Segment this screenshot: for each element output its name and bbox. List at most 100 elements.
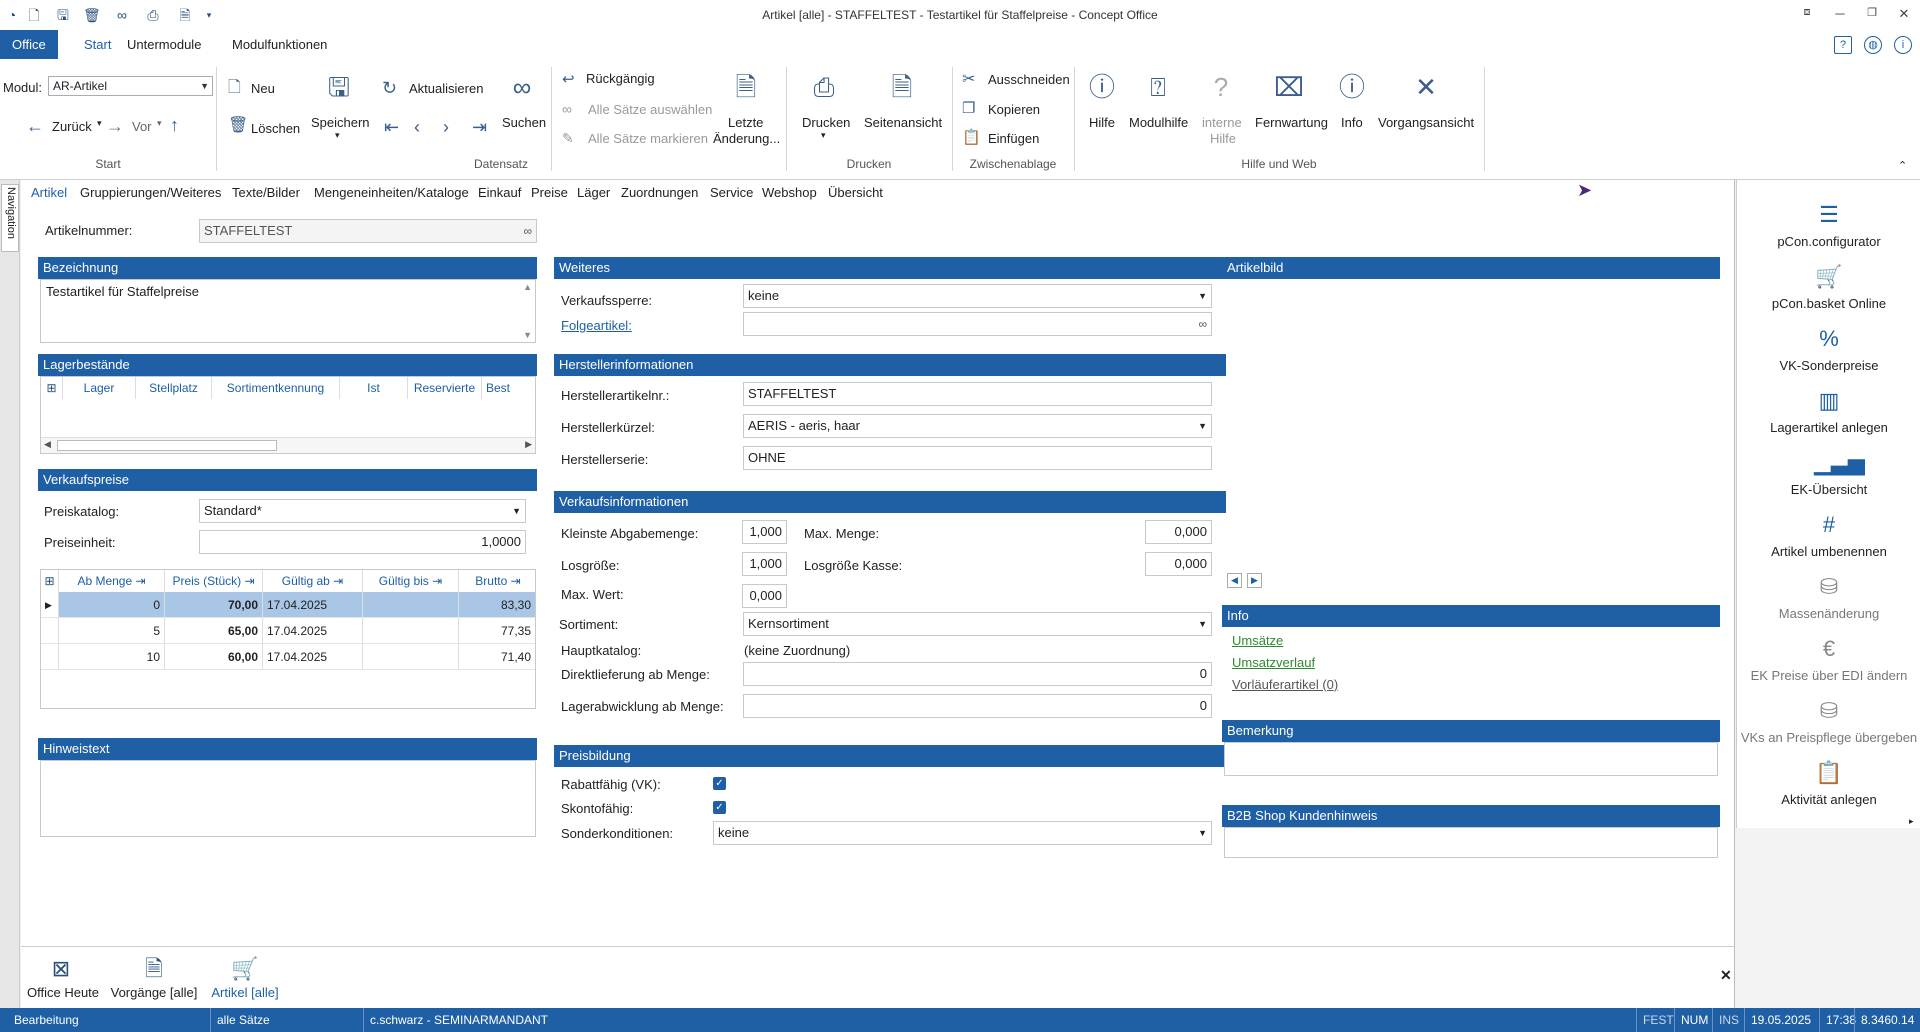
remote-maintenance-icon[interactable]: ⌧ <box>1273 71 1305 103</box>
aktualisieren-button[interactable]: Aktualisieren <box>409 81 483 96</box>
scroll-up-icon[interactable]: ▲ <box>523 282 532 292</box>
max-wert-field[interactable]: 0,000 <box>742 584 787 608</box>
skontofaehig-checkbox[interactable]: ✓ <box>713 801 726 814</box>
col-lager[interactable]: Lager <box>63 377 136 399</box>
lagerartikel-anlegen-action[interactable]: ▥ Lagerartikel anlegen <box>1737 386 1920 435</box>
table-row[interactable]: 5 65,00 17.04.2025 77,35 <box>41 618 535 644</box>
minimize-button[interactable]: ─ <box>1830 6 1850 21</box>
info-icon[interactable]: i <box>1894 36 1912 54</box>
drucken-dropdown-icon[interactable]: ▾ <box>821 130 826 141</box>
fernwartung-button[interactable]: Fernwartung <box>1255 115 1328 130</box>
vks-preispflege-action[interactable]: ⛁ VKs an Preispflege übergeben <box>1737 696 1920 745</box>
sortiment-select[interactable]: Kernsortiment ▼ <box>743 612 1212 636</box>
umsaetze-link[interactable]: Umsätze <box>1232 633 1283 648</box>
col-gueltig-ab[interactable]: Gültig ab ⇥ <box>263 570 363 592</box>
tab-gruppierungen[interactable]: Gruppierungen/Weiteres <box>80 185 221 200</box>
tab-zuordnungen[interactable]: Zuordnungen <box>621 185 698 200</box>
tray-artikel[interactable]: 🛒 Artikel [alle] <box>206 955 284 1000</box>
tab-service[interactable]: Service <box>710 185 753 200</box>
artikelnummer-field[interactable]: STAFFELTEST ∞ <box>199 219 537 243</box>
kleinste-abgabemenge-field[interactable]: 1,000 <box>742 520 787 544</box>
vor-button[interactable]: Vor <box>132 119 152 134</box>
table-row[interactable]: 10 60,00 17.04.2025 71,40 <box>41 644 535 670</box>
kopieren-button[interactable]: Kopieren <box>988 102 1040 117</box>
herstellerartikelnr-field[interactable]: STAFFELTEST <box>743 382 1212 406</box>
tab-uebersicht[interactable]: Übersicht <box>828 185 883 200</box>
new-icon[interactable]: 🗋 <box>228 79 241 97</box>
tab-artikel[interactable]: Artikel <box>31 185 67 200</box>
internal-help-icon[interactable]: ? <box>1205 71 1237 103</box>
pcon-configurator-action[interactable]: ☰ pCon.configurator <box>1737 200 1920 249</box>
back-arrow-icon[interactable]: ← <box>26 117 44 135</box>
preiseinheit-field[interactable]: 1,0000 <box>199 530 526 554</box>
paste-icon[interactable]: 📋 <box>962 129 981 147</box>
cut-icon[interactable]: ✂ <box>962 71 975 89</box>
tab-preise[interactable]: Preise <box>531 185 568 200</box>
forward-arrow-icon[interactable]: → <box>106 117 124 135</box>
select-all-icon[interactable]: ∞ <box>562 100 572 118</box>
binoculars-icon[interactable]: ∞ <box>506 71 538 103</box>
aktivitaet-anlegen-action[interactable]: 📋 Aktivität anlegen <box>1737 758 1920 807</box>
refresh-icon[interactable]: ↻ <box>382 79 397 97</box>
tray-office-heute[interactable]: ⊠ Office Heute <box>27 955 99 1000</box>
close-button[interactable]: ✕ <box>1894 6 1914 22</box>
save-icon[interactable]: 🖫 <box>323 71 355 103</box>
tab-modulfunktionen[interactable]: Modulfunktionen <box>220 30 339 59</box>
pcon-basket-action[interactable]: 🛒 pCon.basket Online <box>1737 262 1920 311</box>
last-change-icon[interactable]: 🗎 <box>730 71 762 103</box>
navigation-tab[interactable]: Navigation <box>1 184 19 252</box>
einfuegen-button[interactable]: Einfügen <box>988 131 1039 146</box>
maximize-button[interactable]: ❐ <box>1862 6 1882 19</box>
col-gueltig-bis[interactable]: Gültig bis ⇥ <box>363 570 459 592</box>
process-view-icon[interactable]: ✕ <box>1410 71 1442 103</box>
modulhilfe-button[interactable]: Modulhilfe <box>1129 115 1188 130</box>
info-button[interactable]: Info <box>1341 115 1363 130</box>
interne-hilfe-button-line1[interactable]: interne <box>1202 115 1242 130</box>
previous-record-icon[interactable]: ‹ <box>414 118 420 136</box>
seitenansicht-button[interactable]: Seitenansicht <box>864 115 942 130</box>
web-icon[interactable]: ◍ <box>1864 36 1882 54</box>
preiskatalog-select[interactable]: Standard* ▼ <box>199 499 526 523</box>
expand-panel-icon[interactable]: ▸ <box>1909 816 1914 827</box>
ek-preise-edi-action[interactable]: € EK Preise über EDI ändern <box>1737 634 1920 683</box>
b2b-textarea[interactable] <box>1224 827 1718 858</box>
printer-icon[interactable]: ⎙ <box>808 71 840 103</box>
zurueck-button[interactable]: Zurück <box>52 119 92 134</box>
lagerabwicklung-field[interactable]: 0 <box>743 694 1212 718</box>
artikel-umbenennen-action[interactable]: # Artikel umbenennen <box>1737 510 1920 559</box>
rabattfaehig-checkbox[interactable]: ✓ <box>713 777 726 790</box>
verkaufssperre-select[interactable]: keine ▼ <box>743 284 1212 308</box>
info-icon[interactable]: ⓘ <box>1336 71 1368 103</box>
hinweistext-textarea[interactable] <box>40 760 536 837</box>
col-ab-menge[interactable]: Ab Menge ⇥ <box>59 570 165 592</box>
rueckgaengig-button[interactable]: Rückgängig <box>586 71 655 86</box>
tab-webshop[interactable]: Webshop <box>762 185 817 200</box>
vor-dropdown-icon[interactable]: ▾ <box>157 118 162 129</box>
grid-settings-icon[interactable]: ⊞ <box>41 570 59 592</box>
interne-hilfe-button-line2[interactable]: Hilfe <box>1210 131 1236 146</box>
umsatzverlauf-link[interactable]: Umsatzverlauf <box>1232 655 1315 670</box>
ausschneiden-button[interactable]: Ausschneiden <box>988 72 1070 87</box>
speichern-dropdown-icon[interactable]: ▾ <box>335 130 340 141</box>
vk-sonderpreise-action[interactable]: % VK-Sonderpreise <box>1737 324 1920 373</box>
massenaenderung-action[interactable]: ⛁ Massenänderung <box>1737 572 1920 621</box>
alle-saetze-markieren-button[interactable]: Alle Sätze markieren <box>588 131 708 146</box>
bemerkung-textarea[interactable] <box>1224 742 1718 776</box>
tab-mengeneinheiten[interactable]: Mengeneinheiten/Kataloge <box>314 185 469 200</box>
scroll-left-icon[interactable]: ◀ <box>44 439 51 450</box>
close-tray-icon[interactable]: ✕ <box>1720 967 1732 984</box>
folgeartikel-field[interactable]: ∞ <box>743 312 1212 336</box>
previous-image-icon[interactable]: ◀ <box>1227 573 1242 588</box>
col-preis[interactable]: Preis (Stück) ⇥ <box>165 570 263 592</box>
tab-office[interactable]: Office <box>0 30 58 59</box>
col-brutto[interactable]: Brutto ⇥ <box>459 570 537 592</box>
sonderkonditionen-select[interactable]: keine ▼ <box>713 821 1212 845</box>
folgeartikel-link[interactable]: Folgeartikel: <box>561 318 632 333</box>
zurueck-dropdown-icon[interactable]: ▾ <box>97 118 102 129</box>
alle-saetze-auswaehlen-button[interactable]: Alle Sätze auswählen <box>588 102 712 117</box>
up-arrow-icon[interactable]: ↑ <box>170 116 179 134</box>
modul-select[interactable]: AR-Artikel ▼ <box>48 76 213 96</box>
restore-ribbon-icon[interactable]: ⧈ <box>1797 6 1817 19</box>
losgroesse-kasse-field[interactable]: 0,000 <box>1145 552 1212 576</box>
copy-icon[interactable]: ❐ <box>962 100 975 118</box>
